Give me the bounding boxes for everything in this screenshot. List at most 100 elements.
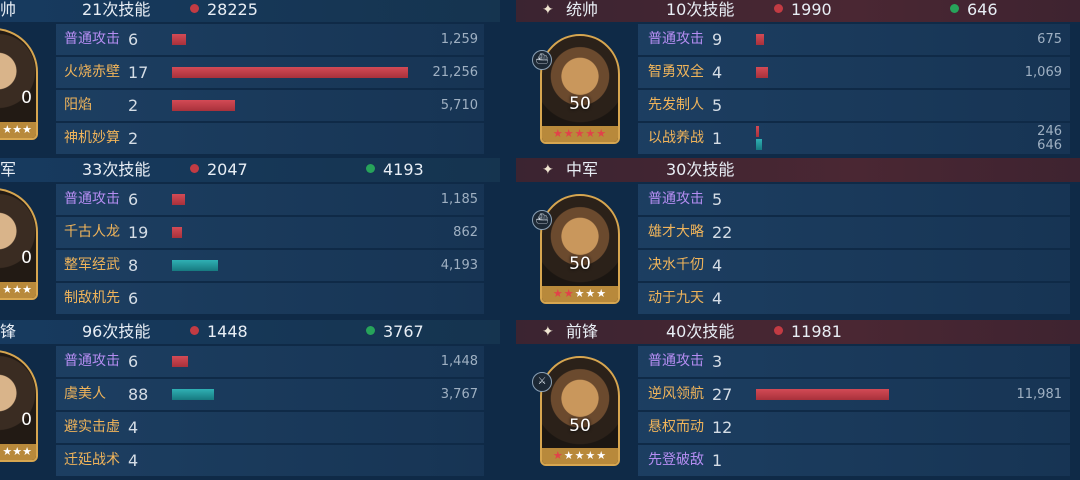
general-portrait[interactable]: 50 ★★★★★	[540, 356, 620, 466]
general-level: 50	[569, 416, 591, 436]
general-role: 统帅	[566, 0, 599, 19]
damage-value: 11981	[791, 322, 842, 341]
heal-bar	[172, 389, 214, 400]
skill-name[interactable]: 迁延战术	[64, 445, 120, 476]
skill-name[interactable]: 普通攻击	[648, 346, 704, 377]
damage-bar	[172, 34, 186, 45]
general-portrait[interactable]: 50 ★★★★★	[540, 194, 620, 304]
damage-bar	[172, 356, 188, 367]
damage-total: 28225	[190, 0, 258, 22]
unit-type-icon: ⚔	[532, 372, 552, 392]
star-rating-white: ★★★★	[563, 449, 608, 462]
skill-name[interactable]: 火烧赤壁	[64, 57, 120, 88]
skill-value: 5,710	[440, 98, 478, 113]
damage-bar	[756, 34, 764, 45]
star-rating: ★★★★★	[542, 126, 618, 142]
star-rating: ★★★★★	[542, 286, 618, 302]
skill-value: 862	[453, 225, 478, 240]
heal-total: 4193	[366, 158, 424, 182]
skill-trigger-count: 88	[128, 385, 149, 404]
general-portrait[interactable]: 50 ★★★★★	[540, 34, 620, 144]
general-header: ✦ 前锋 40次技能 11981	[516, 320, 1080, 344]
general-portrait[interactable]: 0 ★★★	[0, 28, 38, 140]
skill-trigger-count: 4	[128, 418, 139, 437]
skill-value: 11,981	[1016, 387, 1063, 402]
skill-value: 1,185	[440, 192, 478, 207]
skill-name[interactable]: 普通攻击	[648, 24, 704, 55]
general-role: 军	[0, 160, 17, 179]
skill-name[interactable]: 先登破敌	[648, 445, 704, 476]
skill-row: 神机妙算 2	[56, 123, 484, 154]
skill-name[interactable]: 神机妙算	[64, 123, 120, 154]
skill-row: 火烧赤壁 17 21,256	[56, 57, 484, 88]
skill-row: 普通攻击 6 1,185	[56, 184, 484, 215]
skill-trigger-count: 1	[712, 129, 723, 148]
star-rating: ★★★	[0, 282, 36, 298]
skill-name[interactable]: 千古人龙	[64, 217, 120, 248]
skill-value: 675	[1037, 32, 1062, 47]
skill-name[interactable]: 整军经武	[64, 250, 120, 281]
skill-name[interactable]: 逆风领航	[648, 379, 704, 410]
skill-name[interactable]: 先发制人	[648, 90, 704, 121]
unit-type-icon: ⛴	[532, 50, 552, 70]
skill-trigger-count: 19	[128, 223, 149, 242]
skill-trigger-count: 8	[128, 256, 139, 275]
star-rating-red: ★	[552, 449, 564, 462]
damage-dot-icon	[190, 4, 199, 13]
heal-dot-icon	[366, 326, 375, 335]
skill-trigger-count: 1	[712, 451, 723, 470]
damage-total: 1990	[774, 0, 832, 22]
star-rating-red: ★★	[552, 287, 575, 300]
damage-dot-icon	[774, 4, 783, 13]
damage-bar	[756, 389, 889, 400]
skill-value: 3,767	[440, 387, 478, 402]
skill-row: 制敌机先 6	[56, 283, 484, 314]
skill-trigger-count: 17	[128, 63, 149, 82]
skill-row: 迁延战术 4	[56, 445, 484, 476]
skill-row: 阳焰 2 5,710	[56, 90, 484, 121]
skill-row: 普通攻击 6 1,448	[56, 346, 484, 377]
star-rating: ★★★	[0, 444, 36, 460]
skill-name[interactable]: 虞美人	[64, 379, 106, 410]
skill-name[interactable]: 普通攻击	[64, 184, 120, 215]
skill-trigger-count: 6	[128, 190, 139, 209]
general-role: 中军	[566, 160, 599, 179]
damage-bar	[756, 126, 759, 137]
skill-name[interactable]: 动于九天	[648, 283, 704, 314]
heal-total: 3767	[366, 320, 424, 344]
general-role: 前锋	[566, 322, 599, 341]
skill-row: 先发制人 5	[638, 90, 1070, 121]
skill-name[interactable]: 以战养战	[648, 123, 704, 154]
skill-trigger-count: 12	[712, 418, 733, 437]
role-star-icon: ✦	[542, 2, 554, 18]
skill-name[interactable]: 制敌机先	[64, 283, 120, 314]
general-portrait[interactable]: 0 ★★★	[0, 188, 38, 300]
skill-row: 避实击虚 4	[56, 412, 484, 443]
skill-name[interactable]: 决水千仞	[648, 250, 704, 281]
skill-count-label: 30次技能	[666, 160, 735, 179]
skill-name[interactable]: 雄才大略	[648, 217, 704, 248]
general-header: 帅 21次技能 28225	[0, 0, 500, 22]
skill-name[interactable]: 普通攻击	[64, 24, 120, 55]
skill-count-label: 96次技能	[82, 322, 151, 341]
damage-total: 2047	[190, 158, 248, 182]
skill-name[interactable]: 避实击虚	[64, 412, 120, 443]
general-header: 锋 96次技能 1448 3767	[0, 320, 500, 344]
skill-name[interactable]: 普通攻击	[648, 184, 704, 215]
skill-row: 以战养战 1 246 646	[638, 123, 1070, 154]
left-team-panel: 帅 21次技能 28225 0 ★★★ 普通攻击 6 1,259 火烧赤壁 17 21,256 阳焰 2…	[0, 0, 500, 480]
general-level: 0	[21, 248, 32, 268]
general-portrait[interactable]: 0 ★★★	[0, 350, 38, 462]
damage-bar	[172, 67, 408, 78]
damage-value: 2047	[207, 160, 248, 179]
skill-name[interactable]: 智勇双全	[648, 57, 704, 88]
skill-row: 整军经武 8 4,193	[56, 250, 484, 281]
damage-dot-icon	[190, 164, 199, 173]
skill-name[interactable]: 阳焰	[64, 90, 92, 121]
general-role: 锋	[0, 322, 17, 341]
skill-trigger-count: 6	[128, 289, 139, 308]
skill-name[interactable]: 普通攻击	[64, 346, 120, 377]
skill-trigger-count: 27	[712, 385, 733, 404]
skill-name[interactable]: 悬权而动	[648, 412, 704, 443]
skill-trigger-count: 5	[712, 190, 723, 209]
